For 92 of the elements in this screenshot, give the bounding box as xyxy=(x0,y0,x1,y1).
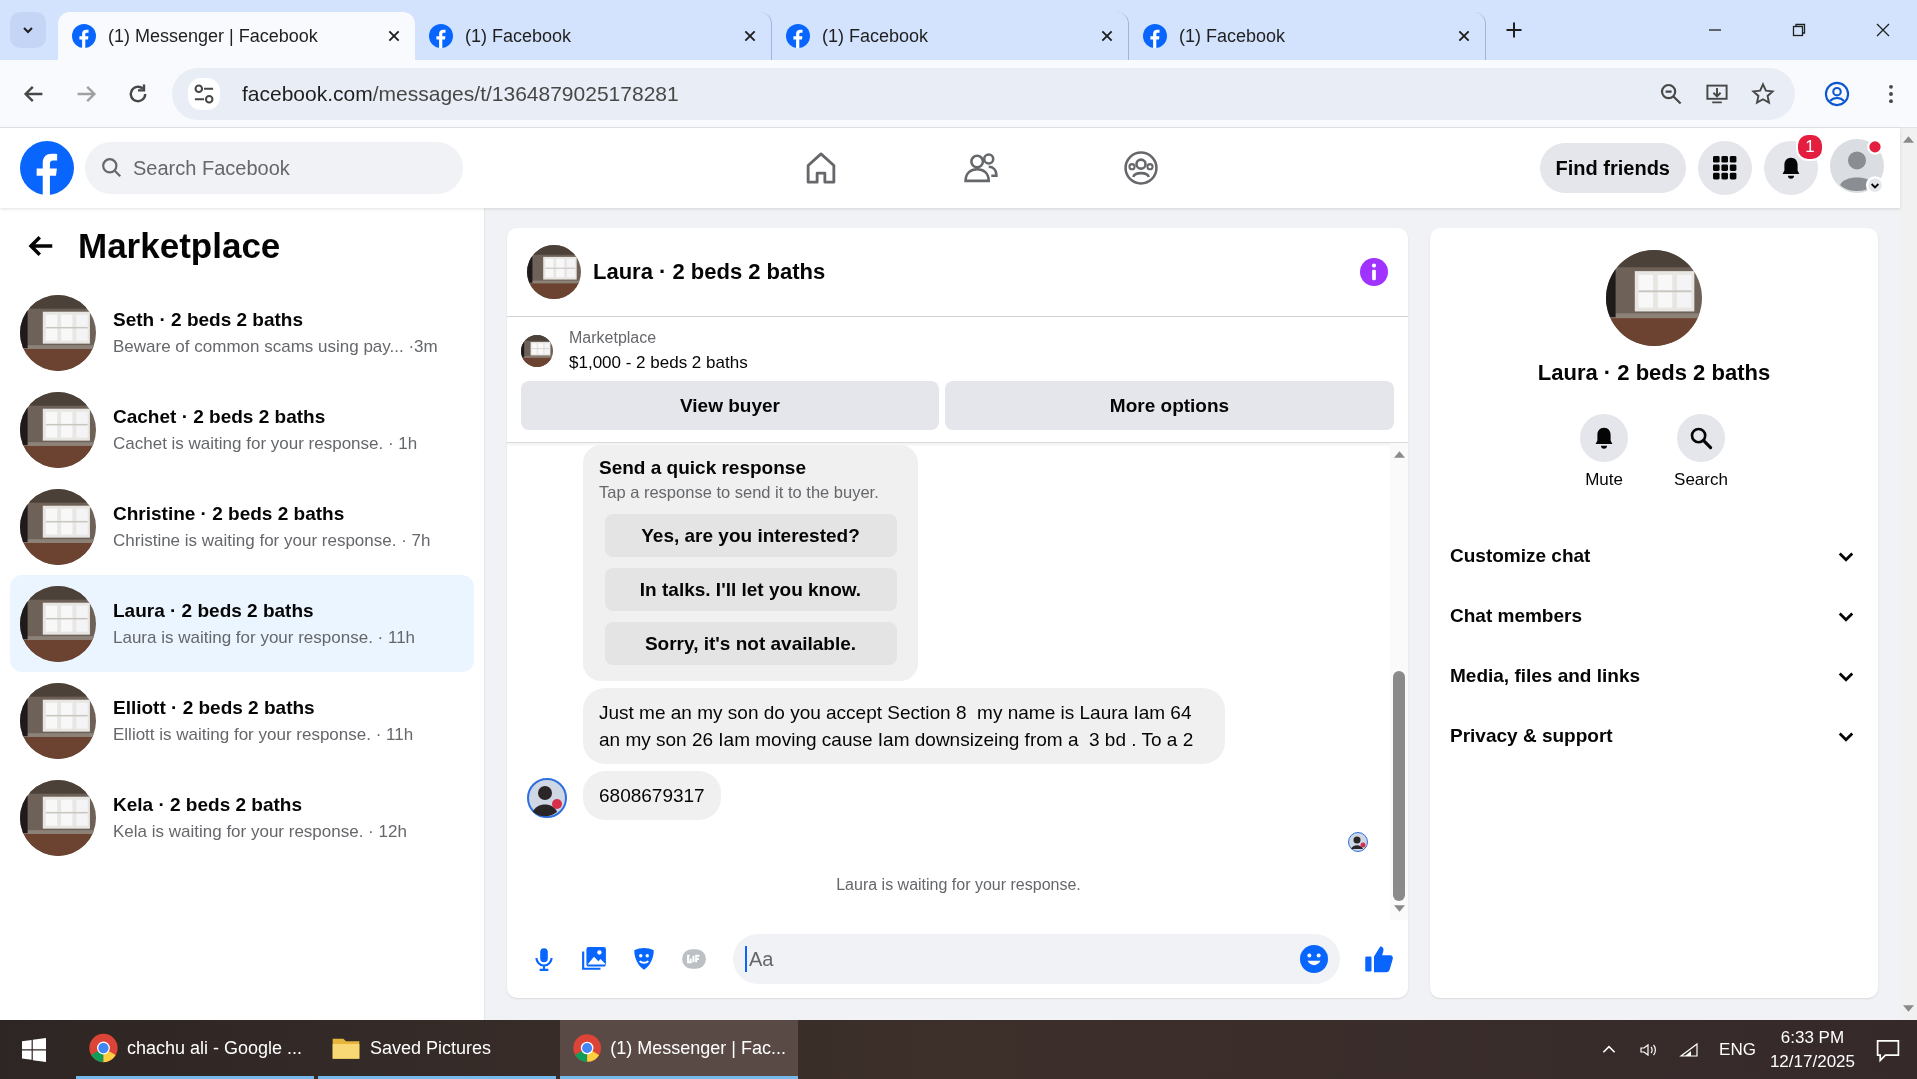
facebook-icon xyxy=(72,24,96,48)
scrollbar[interactable] xyxy=(1390,443,1408,920)
thumbs-up-icon[interactable] xyxy=(1364,944,1394,974)
sidebar-title: Marketplace xyxy=(78,226,281,266)
taskbar-app[interactable]: (1) Messenger | Fac... xyxy=(560,1020,798,1079)
conversation-item[interactable]: Seth · 2 beds 2 baths Beware of common scams using pay... ·3m xyxy=(10,284,474,381)
close-icon[interactable] xyxy=(743,29,757,43)
profile-icon[interactable] xyxy=(1823,79,1851,108)
details-title: Laura · 2 beds 2 baths xyxy=(1537,360,1771,386)
clock-time: 6:33 PM xyxy=(1780,1026,1845,1049)
notification-badge: 1 xyxy=(1796,133,1824,161)
language-indicator[interactable]: ENG xyxy=(1719,1039,1756,1060)
star-icon[interactable] xyxy=(1751,81,1775,106)
search-field[interactable]: Search Facebook xyxy=(85,142,463,194)
conversation-item[interactable]: Cachet · 2 beds 2 baths Cachet is waiting for your response. · 1h xyxy=(10,381,474,478)
chat-title: Laura · 2 beds 2 baths xyxy=(593,259,826,285)
zoom-icon[interactable] xyxy=(1659,81,1683,106)
conversation-name: Elliott · 2 beds 2 baths xyxy=(113,696,316,719)
grid-icon xyxy=(1713,156,1737,180)
browser-tab[interactable]: (1) Messenger | Facebook xyxy=(58,12,415,60)
close-icon[interactable] xyxy=(1875,22,1891,38)
details-section[interactable]: Media, files and links xyxy=(1450,646,1858,706)
details-section[interactable]: Customize chat xyxy=(1450,526,1858,586)
page-scrollbar[interactable] xyxy=(1900,128,1917,1020)
search-icon xyxy=(101,157,123,179)
conversation-name: Cachet · 2 beds 2 baths xyxy=(113,405,327,428)
message-bubble: Just me an my son do you accept Section 8 my name is Laura Iam 64 an my son 26 Iam moving cause Iam downsizeing from a 3 bd . To a 2 xyxy=(583,688,1225,764)
quick-response-button[interactable]: Sorry, it's not available. xyxy=(604,622,897,665)
quick-response-subtitle: Tap a response to send it to the buyer. xyxy=(599,483,879,502)
action-label: Search xyxy=(1674,470,1728,490)
conversation-name: Laura · 2 beds 2 baths xyxy=(113,599,315,622)
search-icon xyxy=(1689,426,1713,450)
conversation-item[interactable]: Elliott · 2 beds 2 baths Elliott is waiting for your response. · 11h xyxy=(10,672,474,769)
conversation-name: Seth · 2 beds 2 baths xyxy=(113,308,305,331)
sticker-icon[interactable] xyxy=(631,946,657,972)
browser-icon xyxy=(572,1032,603,1064)
facebook-logo[interactable] xyxy=(20,141,74,195)
browser-icon xyxy=(88,1032,119,1064)
close-icon[interactable] xyxy=(1457,29,1471,43)
scroll-up-icon[interactable] xyxy=(1393,451,1405,458)
close-icon[interactable] xyxy=(387,29,401,43)
action-label: Mute xyxy=(1585,470,1623,490)
sender-avatar xyxy=(527,778,567,818)
conversation-name: Christine · 2 beds 2 baths xyxy=(113,502,346,525)
conversation-preview: Laura is waiting for your response. · 11h xyxy=(113,627,416,648)
restore-icon[interactable] xyxy=(1791,22,1807,38)
conversation-item[interactable]: Kela · 2 beds 2 baths Kela is waiting for your response. · 12h xyxy=(10,769,474,866)
image-icon[interactable] xyxy=(581,946,607,972)
message-field[interactable]: Aa xyxy=(733,934,1340,984)
menu-button[interactable] xyxy=(1698,141,1752,195)
mute-button[interactable] xyxy=(1580,414,1629,462)
taskbar-app[interactable]: chachu ali - Google ... xyxy=(76,1020,314,1079)
facebook-icon xyxy=(429,24,453,48)
read-receipt-avatar xyxy=(1348,832,1368,852)
conversation-preview: Christine is waiting for your response. · 7h xyxy=(113,530,431,551)
listing-label: Marketplace xyxy=(569,329,658,347)
close-icon[interactable] xyxy=(1100,29,1114,43)
conversation-name: Kela · 2 beds 2 baths xyxy=(113,793,303,816)
message-bubble: 6808679317 xyxy=(583,771,721,820)
scroll-down-icon[interactable] xyxy=(1903,1005,1914,1012)
taskbar-app[interactable]: Saved Pictures xyxy=(318,1020,556,1079)
emoji-icon[interactable] xyxy=(1300,945,1328,973)
conversation-preview: Cachet is waiting for your response. · 1h xyxy=(113,433,418,454)
details-section[interactable]: Chat members xyxy=(1450,586,1858,646)
address-bar[interactable]: facebook.com/messages/t/1364879025178281 xyxy=(172,67,1795,120)
conversation-item[interactable]: Laura · 2 beds 2 baths Laura is waiting for your response. · 11h xyxy=(10,575,474,672)
find-friends-button[interactable]: Find friends xyxy=(1539,143,1686,193)
quick-response-title: Send a quick response xyxy=(599,457,806,479)
conversation-preview: Elliott is waiting for your response. · 11h xyxy=(113,724,414,745)
scroll-down-icon[interactable] xyxy=(1393,905,1405,912)
start-icon[interactable] xyxy=(22,1037,46,1062)
clock-date: 12/17/2025 xyxy=(1769,1050,1855,1073)
quick-response-button[interactable]: In talks. I'll let you know. xyxy=(604,568,897,611)
conversation-preview: Kela is waiting for your response. · 12h xyxy=(113,821,407,842)
new-tab-icon[interactable] xyxy=(1504,20,1524,40)
scroll-up-icon[interactable] xyxy=(1903,136,1914,143)
groups-icon[interactable] xyxy=(1123,150,1160,186)
account-avatar[interactable] xyxy=(1830,139,1884,193)
details-section[interactable]: Privacy & support xyxy=(1450,706,1858,766)
listing-price: $1,000 - 2 beds 2 baths xyxy=(569,353,748,373)
info-icon[interactable] xyxy=(1360,258,1388,286)
wifi-icon[interactable] xyxy=(1679,1040,1700,1059)
action-button[interactable]: More options xyxy=(945,381,1394,430)
facebook-icon xyxy=(1143,24,1167,48)
action-button[interactable]: View buyer xyxy=(521,381,939,430)
conversation-item[interactable]: Christine · 2 beds 2 baths Christine is waiting for your response. · 7h xyxy=(10,478,474,575)
conversation-preview: Beware of common scams using pay... ·3m xyxy=(113,336,438,357)
status-text: Laura is waiting for your response. xyxy=(836,876,1081,894)
facebook-icon xyxy=(786,24,810,48)
site-settings-icon[interactable] xyxy=(188,77,220,110)
quick-response-button[interactable]: Yes, are you interested? xyxy=(604,514,897,557)
search-button[interactable] xyxy=(1677,414,1725,462)
